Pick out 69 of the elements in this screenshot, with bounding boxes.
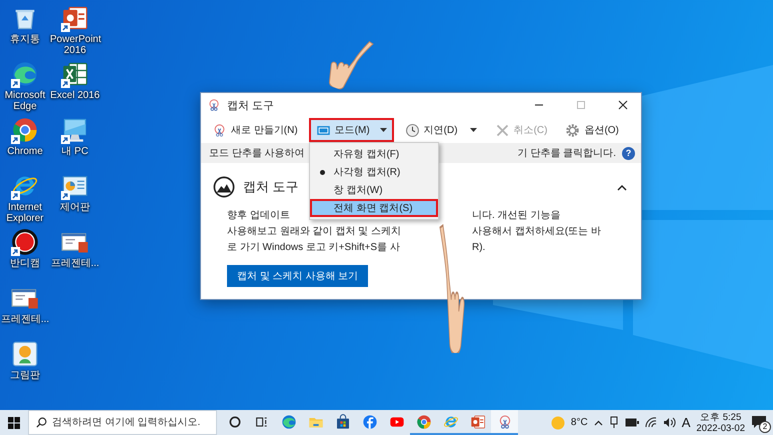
battery-icon[interactable] [624,418,639,427]
search-box[interactable]: 검색하려면 여기에 입력하십시오. [28,410,217,435]
new-button[interactable]: 새로 만들기(N) [205,118,305,142]
spreadsheet-icon [61,60,89,88]
temperature-text[interactable]: 8°C [570,417,588,428]
notice-text: 향후 업데이트 [227,209,290,223]
chevron-up-icon[interactable] [594,420,603,426]
menu-item[interactable]: 자유형 캡처(F) [310,145,438,163]
desktop-icon[interactable]: 제어판 [50,172,100,228]
info-text: 기 단추를 클릭합니다. [518,147,616,160]
chevron-up-icon[interactable] [617,184,627,190]
network-icon[interactable] [644,417,657,428]
menu-item[interactable]: 창 캡처(W) [310,181,438,199]
notice-text: 로 가기 Windows 로고 키+Shift+S를 사 [227,241,400,255]
circle-icon [226,414,242,430]
desktop-icon[interactable]: 휴지통 [0,4,50,60]
desktop-icon[interactable]: 반디캠 [0,228,50,284]
desktop-icon[interactable]: 프레젠테... [50,228,100,284]
mode-button[interactable]: 모드(M) [308,118,394,142]
notice-title: 캡처 도구 [243,178,299,196]
tricolor-circle-icon [416,414,432,430]
notice-text: 사용해서 캡처하세요(또는 바 [472,225,601,239]
desktop-icon[interactable]: PowerPoint 2016 [50,4,100,60]
close-icon [494,122,510,138]
search-field[interactable]: 검색하려면 여기에 입력하십시오. [52,411,216,434]
windows-logo-icon [8,416,20,428]
record-icon [11,228,39,256]
desktop-icon[interactable]: 그림판 [0,340,50,396]
scissors-icon [207,98,221,112]
input-method-text[interactable]: A [682,415,690,430]
tricolor-circle-icon [11,116,39,144]
swirl-circle-icon [280,414,296,430]
delay-button[interactable]: 지연(D) [398,118,484,142]
swirl-circle-icon [11,60,39,88]
e-logo-icon [442,414,458,430]
desktop-icon[interactable]: Chrome [0,116,50,172]
menu-item[interactable]: 전체 화면 캡처(S) [310,199,438,217]
info-text: 모드 단추를 사용하여 [209,147,305,160]
facebook-logo-icon [362,414,378,430]
volume-icon[interactable] [662,417,676,428]
desktop-icon[interactable]: 프레젠테... [0,284,50,340]
shopping-bag-icon [334,414,350,430]
paint-icon [11,340,39,368]
date-text: 2022-03-02 [696,422,745,434]
try-button[interactable]: 캡처 및 스케치 사용해 보기 [227,265,368,287]
desktop-icon[interactable]: 내 PC [50,116,100,172]
settings-icon [565,122,580,138]
search-icon [36,417,47,428]
pen-icon[interactable] [608,416,619,429]
notice-text: 니다. 개선된 기능을 [472,209,560,223]
desktop-icon[interactable]: Microsoft Edge [0,60,50,116]
notice-text: 사용해보고 원래와 같이 캡처 및 스케치 [227,225,401,239]
monitor-icon [61,116,89,144]
desktop-icon[interactable]: Internet Explorer [0,172,50,228]
window-title: 캡처 도구 [227,98,276,112]
close-icon [618,100,628,110]
menu-item[interactable]: 사각형 캡처(R) [310,163,438,181]
time-text: 오후 5:25 [700,412,742,422]
notification-badge: 2 [759,420,771,432]
clock-icon [404,122,420,138]
presentation-app-icon [470,414,486,430]
presentation-app-icon [61,4,89,32]
maximize-icon [576,100,586,110]
desktop-icon[interactable]: Excel 2016 [50,60,100,116]
mountain-logo-icon [213,176,235,198]
notice-text: R). [472,241,486,255]
options-button[interactable]: 옵션(O) [558,118,626,142]
scissors-icon [212,122,227,138]
help-button[interactable]: ? [622,146,635,160]
